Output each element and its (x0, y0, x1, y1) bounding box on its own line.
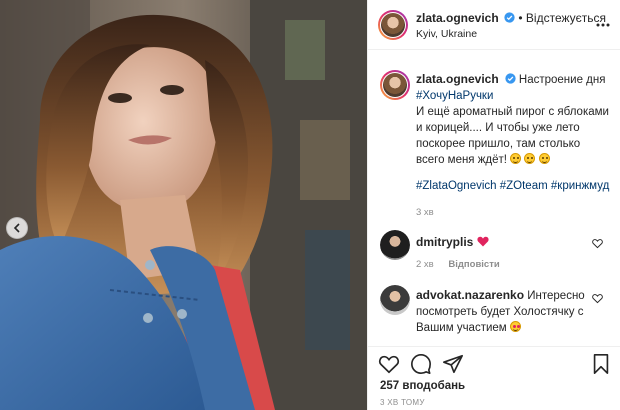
caption-timestamp: 3 хв (416, 207, 434, 218)
like-comment-heart-icon[interactable] (592, 293, 603, 304)
hashtag-link[interactable]: #ZlataOgnevich (416, 180, 497, 192)
smiling-emoji-icon (538, 153, 550, 164)
post-location[interactable]: Kyiv, Ukraine (416, 28, 477, 40)
prev-photo-button[interactable] (6, 217, 28, 239)
post-header: zlata.ognevich • Відстежується Kyiv, Ukr… (368, 0, 620, 50)
bookmark-icon[interactable] (590, 353, 612, 375)
smiling-emoji-icon (524, 153, 536, 164)
post-side-panel: zlata.ognevich • Відстежується Kyiv, Ukr… (367, 0, 620, 410)
post-photo[interactable] (0, 0, 367, 410)
caption-line1: Настроение дня (518, 74, 606, 86)
star-struck-emoji-icon (509, 321, 521, 332)
commenter-username[interactable]: advokat.nazarenko (416, 288, 524, 302)
verified-badge-icon (504, 12, 515, 23)
follow-separator: • (518, 11, 523, 25)
paper-plane-icon[interactable] (442, 353, 464, 375)
following-status[interactable]: Відстежується (526, 11, 606, 25)
commenter-avatar[interactable] (380, 285, 410, 315)
smiling-emoji-icon (510, 153, 522, 164)
author-username[interactable]: zlata.ognevich (416, 11, 499, 25)
caption-avatar[interactable] (380, 70, 410, 100)
post-caption: zlata.ognevich Настроение дня #ХочуНаРуч… (416, 71, 611, 194)
comments-section: zlata.ognevich Настроение дня #ХочуНаРуч… (368, 50, 620, 346)
more-options-icon[interactable] (595, 17, 611, 33)
header-user-line: zlata.ognevich • Відстежується (416, 11, 606, 25)
heart-icon[interactable] (378, 353, 400, 375)
post-actions-bar: 257 вподобань 3 хв тому (368, 346, 620, 410)
hashtag-link[interactable]: #ZOteam (500, 180, 548, 192)
author-avatar[interactable] (378, 10, 408, 40)
red-heart-emoji-icon (476, 236, 489, 247)
hashtag-link[interactable]: #кринжмуд (551, 180, 609, 192)
likes-count[interactable]: 257 вподобань (380, 380, 465, 392)
comment-text: advokat.nazarenko Интересно посмотреть б… (416, 287, 594, 336)
chevron-left-icon (13, 223, 20, 233)
commenter-username[interactable]: dmitryplis (416, 235, 473, 249)
comment-text: dmitryplis (416, 234, 594, 251)
verified-badge-icon (505, 73, 516, 84)
reply-button[interactable]: Відповісти (448, 259, 499, 270)
commenter-avatar[interactable] (380, 230, 410, 260)
post-timestamp: 3 хв тому (380, 398, 425, 407)
comment-meta: 2 хв Відповісти (416, 259, 512, 270)
comment-timestamp: 2 хв (416, 259, 434, 270)
comment-bubble-icon[interactable] (410, 353, 432, 375)
like-comment-heart-icon[interactable] (592, 238, 603, 249)
caption-username[interactable]: zlata.ognevich (416, 72, 499, 86)
photo-illustration (0, 0, 367, 410)
hashtag-link[interactable]: #ХочуНаРучки (416, 90, 493, 102)
